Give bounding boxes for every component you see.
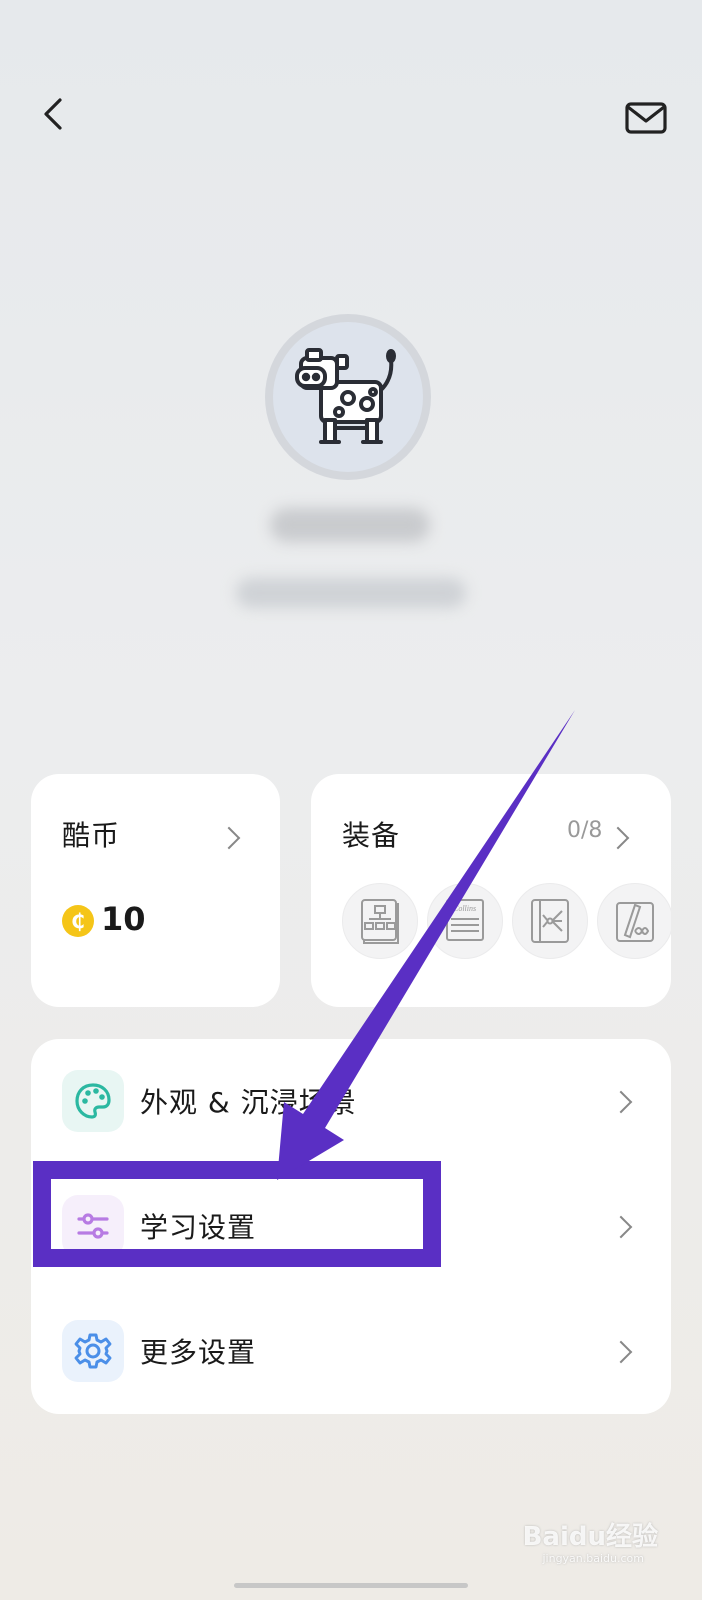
coins-amount: 10 <box>101 900 146 938</box>
equipment-item-3[interactable] <box>512 883 588 959</box>
flowchart-book-icon <box>361 899 399 944</box>
chevron-right-icon <box>606 826 630 850</box>
chevron-right-icon <box>609 1090 633 1114</box>
chevron-right-icon <box>609 1340 633 1364</box>
menu-label-more-settings: 更多设置 <box>140 1336 257 1369</box>
coins-card[interactable]: 酷币 ₵ 10 <box>31 774 280 1007</box>
chevron-left-icon <box>44 98 62 130</box>
menu-icon-bg <box>62 1320 124 1382</box>
mail-icon <box>625 102 667 134</box>
watermark-logo: Baidu经验 <box>522 1522 658 1552</box>
mindmap-book-icon <box>531 899 569 943</box>
menu-label-study-settings: 学习设置 <box>140 1211 257 1244</box>
sliders-icon <box>77 1213 109 1239</box>
equipment-title: 装备 <box>342 819 401 852</box>
equipment-card[interactable]: 装备 0/8 Collins <box>311 774 671 1007</box>
equipment-item-4[interactable] <box>597 883 671 959</box>
pen-notebook-icon <box>616 902 654 942</box>
mail-button[interactable] <box>624 98 668 138</box>
collins-brand: Collins <box>453 904 476 913</box>
back-button[interactable] <box>36 94 76 134</box>
collins-book-icon: Collins <box>446 899 484 941</box>
coin-symbol: ₵ <box>71 909 85 933</box>
chevron-right-icon <box>217 826 241 850</box>
equipment-count: 0/8 <box>567 818 603 843</box>
menu-icon-bg <box>62 1070 124 1132</box>
menu-label-appearance: 外观 & 沉浸场景 <box>140 1086 357 1119</box>
menu-item-more-settings[interactable]: 更多设置 <box>31 1289 671 1413</box>
avatar[interactable] <box>265 314 431 480</box>
menu-item-study-settings[interactable]: 学习设置 <box>31 1164 671 1288</box>
coins-title: 酷币 <box>62 819 121 852</box>
equipment-item-2[interactable]: Collins <box>427 883 503 959</box>
watermark-site: jingyan.baidu.com <box>542 1552 644 1565</box>
menu-icon-bg <box>62 1195 124 1257</box>
chevron-right-icon <box>609 1215 633 1239</box>
user-id-redacted <box>236 578 466 608</box>
equipment-item-1[interactable] <box>342 883 418 959</box>
username-redacted <box>270 508 430 542</box>
gear-icon <box>74 1333 112 1369</box>
palette-icon <box>75 1083 111 1119</box>
cow-avatar-icon <box>295 348 396 444</box>
coin-icon: ₵ <box>62 905 94 937</box>
menu-item-appearance[interactable]: 外观 & 沉浸场景 <box>31 1039 671 1163</box>
avatar-inner <box>273 322 423 472</box>
home-indicator[interactable] <box>234 1583 468 1588</box>
